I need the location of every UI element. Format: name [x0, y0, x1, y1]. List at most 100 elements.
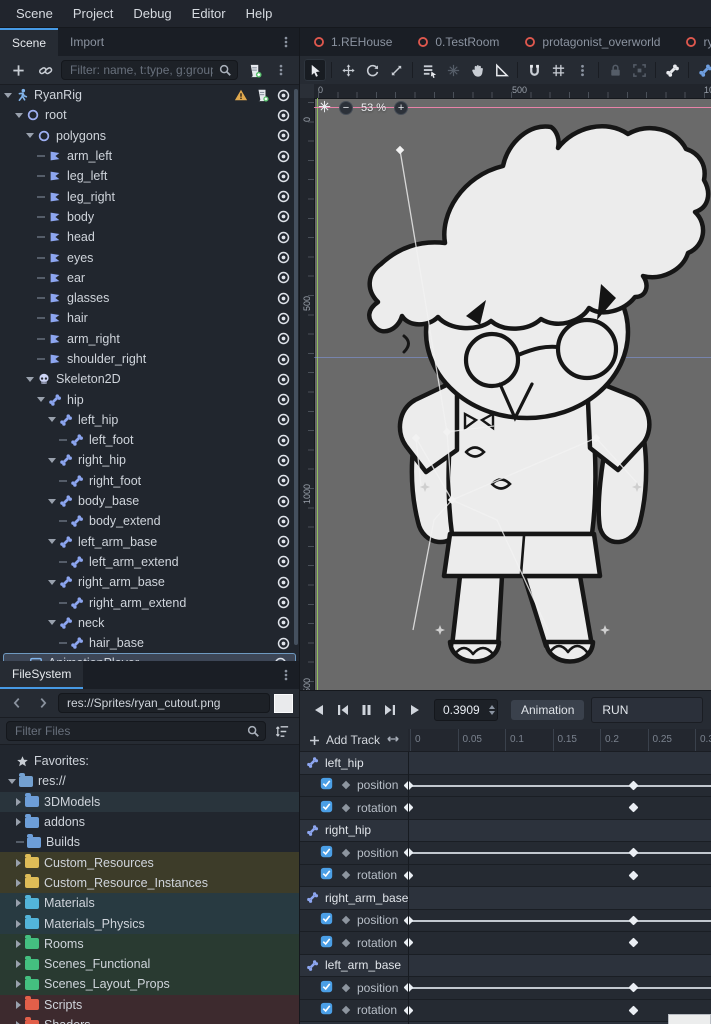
- scene-node-head[interactable]: head: [0, 227, 299, 247]
- keyframe-diamond[interactable]: [628, 870, 639, 880]
- visibility-eye-icon[interactable]: [276, 554, 291, 569]
- scene-node-shoulder_right[interactable]: shoulder_right: [0, 349, 299, 369]
- visibility-eye-icon[interactable]: [276, 149, 291, 164]
- nav-forward-button[interactable]: [32, 692, 54, 714]
- visibility-eye-icon[interactable]: [276, 595, 291, 610]
- nav-back-button[interactable]: [6, 692, 28, 714]
- visibility-eye-icon[interactable]: [276, 169, 291, 184]
- visibility-eye-icon[interactable]: [276, 128, 291, 143]
- track-enabled-checkbox[interactable]: [320, 800, 333, 816]
- file-preview-thumbnail[interactable]: [274, 693, 293, 713]
- scene-tab-protagonist_overworld[interactable]: protagonist_overworld: [511, 28, 672, 56]
- step-forward-button[interactable]: [380, 700, 401, 720]
- scene-dock-menu-button[interactable]: [279, 35, 293, 52]
- scene-node-ear[interactable]: ear: [0, 268, 299, 288]
- track-position[interactable]: position: [300, 977, 711, 1000]
- scene-node-hip[interactable]: hip: [0, 389, 299, 409]
- list-select-tool-button[interactable]: [418, 59, 440, 81]
- folder-Builds[interactable]: Builds: [0, 832, 299, 852]
- track-group-right_hip[interactable]: right_hip: [300, 819, 711, 842]
- current-time-spinbox[interactable]: [434, 699, 498, 721]
- expand-arrow-icon[interactable]: [48, 417, 56, 423]
- grid-tool-button[interactable]: [547, 59, 569, 81]
- scene-node-body_base[interactable]: body_base: [0, 491, 299, 511]
- track-rotation[interactable]: rotation: [300, 797, 711, 820]
- scene-node-RyanRig[interactable]: RyanRig: [0, 85, 299, 105]
- current-path-field[interactable]: [58, 693, 270, 713]
- visibility-eye-icon[interactable]: [276, 433, 291, 448]
- current-animation-select[interactable]: RUN: [591, 697, 703, 723]
- folder-addons[interactable]: addons: [0, 812, 299, 832]
- scene-node-neck[interactable]: neck: [0, 613, 299, 633]
- visibility-eye-icon[interactable]: [276, 270, 291, 285]
- scene-filter-input[interactable]: [61, 60, 238, 80]
- visibility-eye-icon[interactable]: [276, 453, 291, 468]
- visibility-eye-icon[interactable]: [276, 392, 291, 407]
- menu-debug[interactable]: Debug: [123, 2, 181, 25]
- track-group-right_arm_base[interactable]: right_arm_base: [300, 887, 711, 910]
- expand-arrow-icon[interactable]: [48, 620, 56, 626]
- scene-node-leg_left[interactable]: leg_left: [0, 166, 299, 186]
- visibility-eye-icon[interactable]: [276, 291, 291, 306]
- collapse-arrow-icon[interactable]: [16, 899, 21, 908]
- visibility-eye-icon[interactable]: [276, 209, 291, 224]
- menu-scene[interactable]: Scene: [6, 2, 63, 25]
- folder-Materials[interactable]: Materials: [0, 893, 299, 914]
- collapse-arrow-icon[interactable]: [16, 939, 21, 948]
- scene-tree-scrollbar[interactable]: [294, 89, 298, 645]
- collapse-arrow-icon[interactable]: [16, 960, 21, 969]
- expand-arrow-icon[interactable]: [26, 376, 34, 382]
- scene-node-left_foot[interactable]: left_foot: [0, 430, 299, 450]
- track-enabled-checkbox[interactable]: [320, 935, 333, 951]
- canvas-area[interactable]: − 53 % +: [314, 98, 711, 690]
- scene-node-AnimationPlayer[interactable]: AnimationPlayer: [3, 653, 296, 661]
- scene-tree-menu-button[interactable]: [270, 59, 292, 81]
- visibility-eye-icon[interactable]: [276, 372, 291, 387]
- folder-Rooms[interactable]: Rooms: [0, 933, 299, 954]
- keyframe-diamond[interactable]: [628, 915, 639, 925]
- attach-script-button[interactable]: [243, 59, 265, 81]
- track-position[interactable]: position: [300, 909, 711, 932]
- viewport-2d[interactable]: 05001000 050010001500: [300, 84, 711, 698]
- zoom-in-button[interactable]: +: [394, 101, 409, 115]
- track-rotation[interactable]: rotation: [300, 864, 711, 887]
- track-enabled-checkbox[interactable]: [320, 1002, 333, 1018]
- track-position[interactable]: position: [300, 774, 711, 797]
- track-enabled-checkbox[interactable]: [320, 845, 333, 861]
- pan-timeline-icon[interactable]: [386, 732, 400, 749]
- visibility-eye-icon[interactable]: [276, 108, 291, 123]
- pan-tool-button[interactable]: [466, 59, 488, 81]
- add-track-button[interactable]: Add Track: [300, 733, 380, 747]
- zoom-out-button[interactable]: −: [339, 101, 353, 115]
- expand-arrow-icon[interactable]: [48, 457, 56, 463]
- menu-help[interactable]: Help: [236, 2, 283, 25]
- collapse-arrow-icon[interactable]: [16, 797, 21, 806]
- menu-editor[interactable]: Editor: [182, 2, 236, 25]
- expand-arrow-icon[interactable]: [4, 92, 12, 98]
- script-icon[interactable]: [255, 88, 269, 102]
- filesystem-menu-button[interactable]: [279, 668, 293, 685]
- visibility-eye-icon[interactable]: [276, 575, 291, 590]
- visibility-eye-icon[interactable]: [276, 352, 291, 367]
- scene-node-eyes[interactable]: eyes: [0, 247, 299, 267]
- scene-node-right_arm_extend[interactable]: right_arm_extend: [0, 592, 299, 612]
- scene-node-body[interactable]: body: [0, 207, 299, 227]
- expand-arrow-icon[interactable]: [48, 539, 56, 545]
- cursor-tool-button[interactable]: [304, 59, 326, 81]
- expand-arrow-icon[interactable]: [8, 778, 16, 784]
- animation-menu-button[interactable]: Animation: [511, 700, 585, 720]
- tab-scene[interactable]: Scene: [0, 28, 59, 56]
- expand-arrow-icon[interactable]: [37, 397, 45, 403]
- keyframe-diamond[interactable]: [628, 982, 639, 993]
- visibility-eye-icon[interactable]: [276, 189, 291, 204]
- expand-arrow-icon[interactable]: [48, 579, 56, 585]
- move-tool-button[interactable]: [337, 59, 359, 81]
- current-time-value[interactable]: [435, 703, 487, 717]
- scene-node-right_hip[interactable]: right_hip: [0, 450, 299, 470]
- folder-Scenes_Functional[interactable]: Scenes_Functional: [0, 953, 299, 975]
- scene-node-arm_left[interactable]: arm_left: [0, 146, 299, 166]
- scene-node-right_foot[interactable]: right_foot: [0, 471, 299, 491]
- visibility-eye-icon[interactable]: [276, 514, 291, 529]
- lock-tool-button[interactable]: [604, 59, 626, 81]
- keyframe-diamond[interactable]: [628, 847, 639, 858]
